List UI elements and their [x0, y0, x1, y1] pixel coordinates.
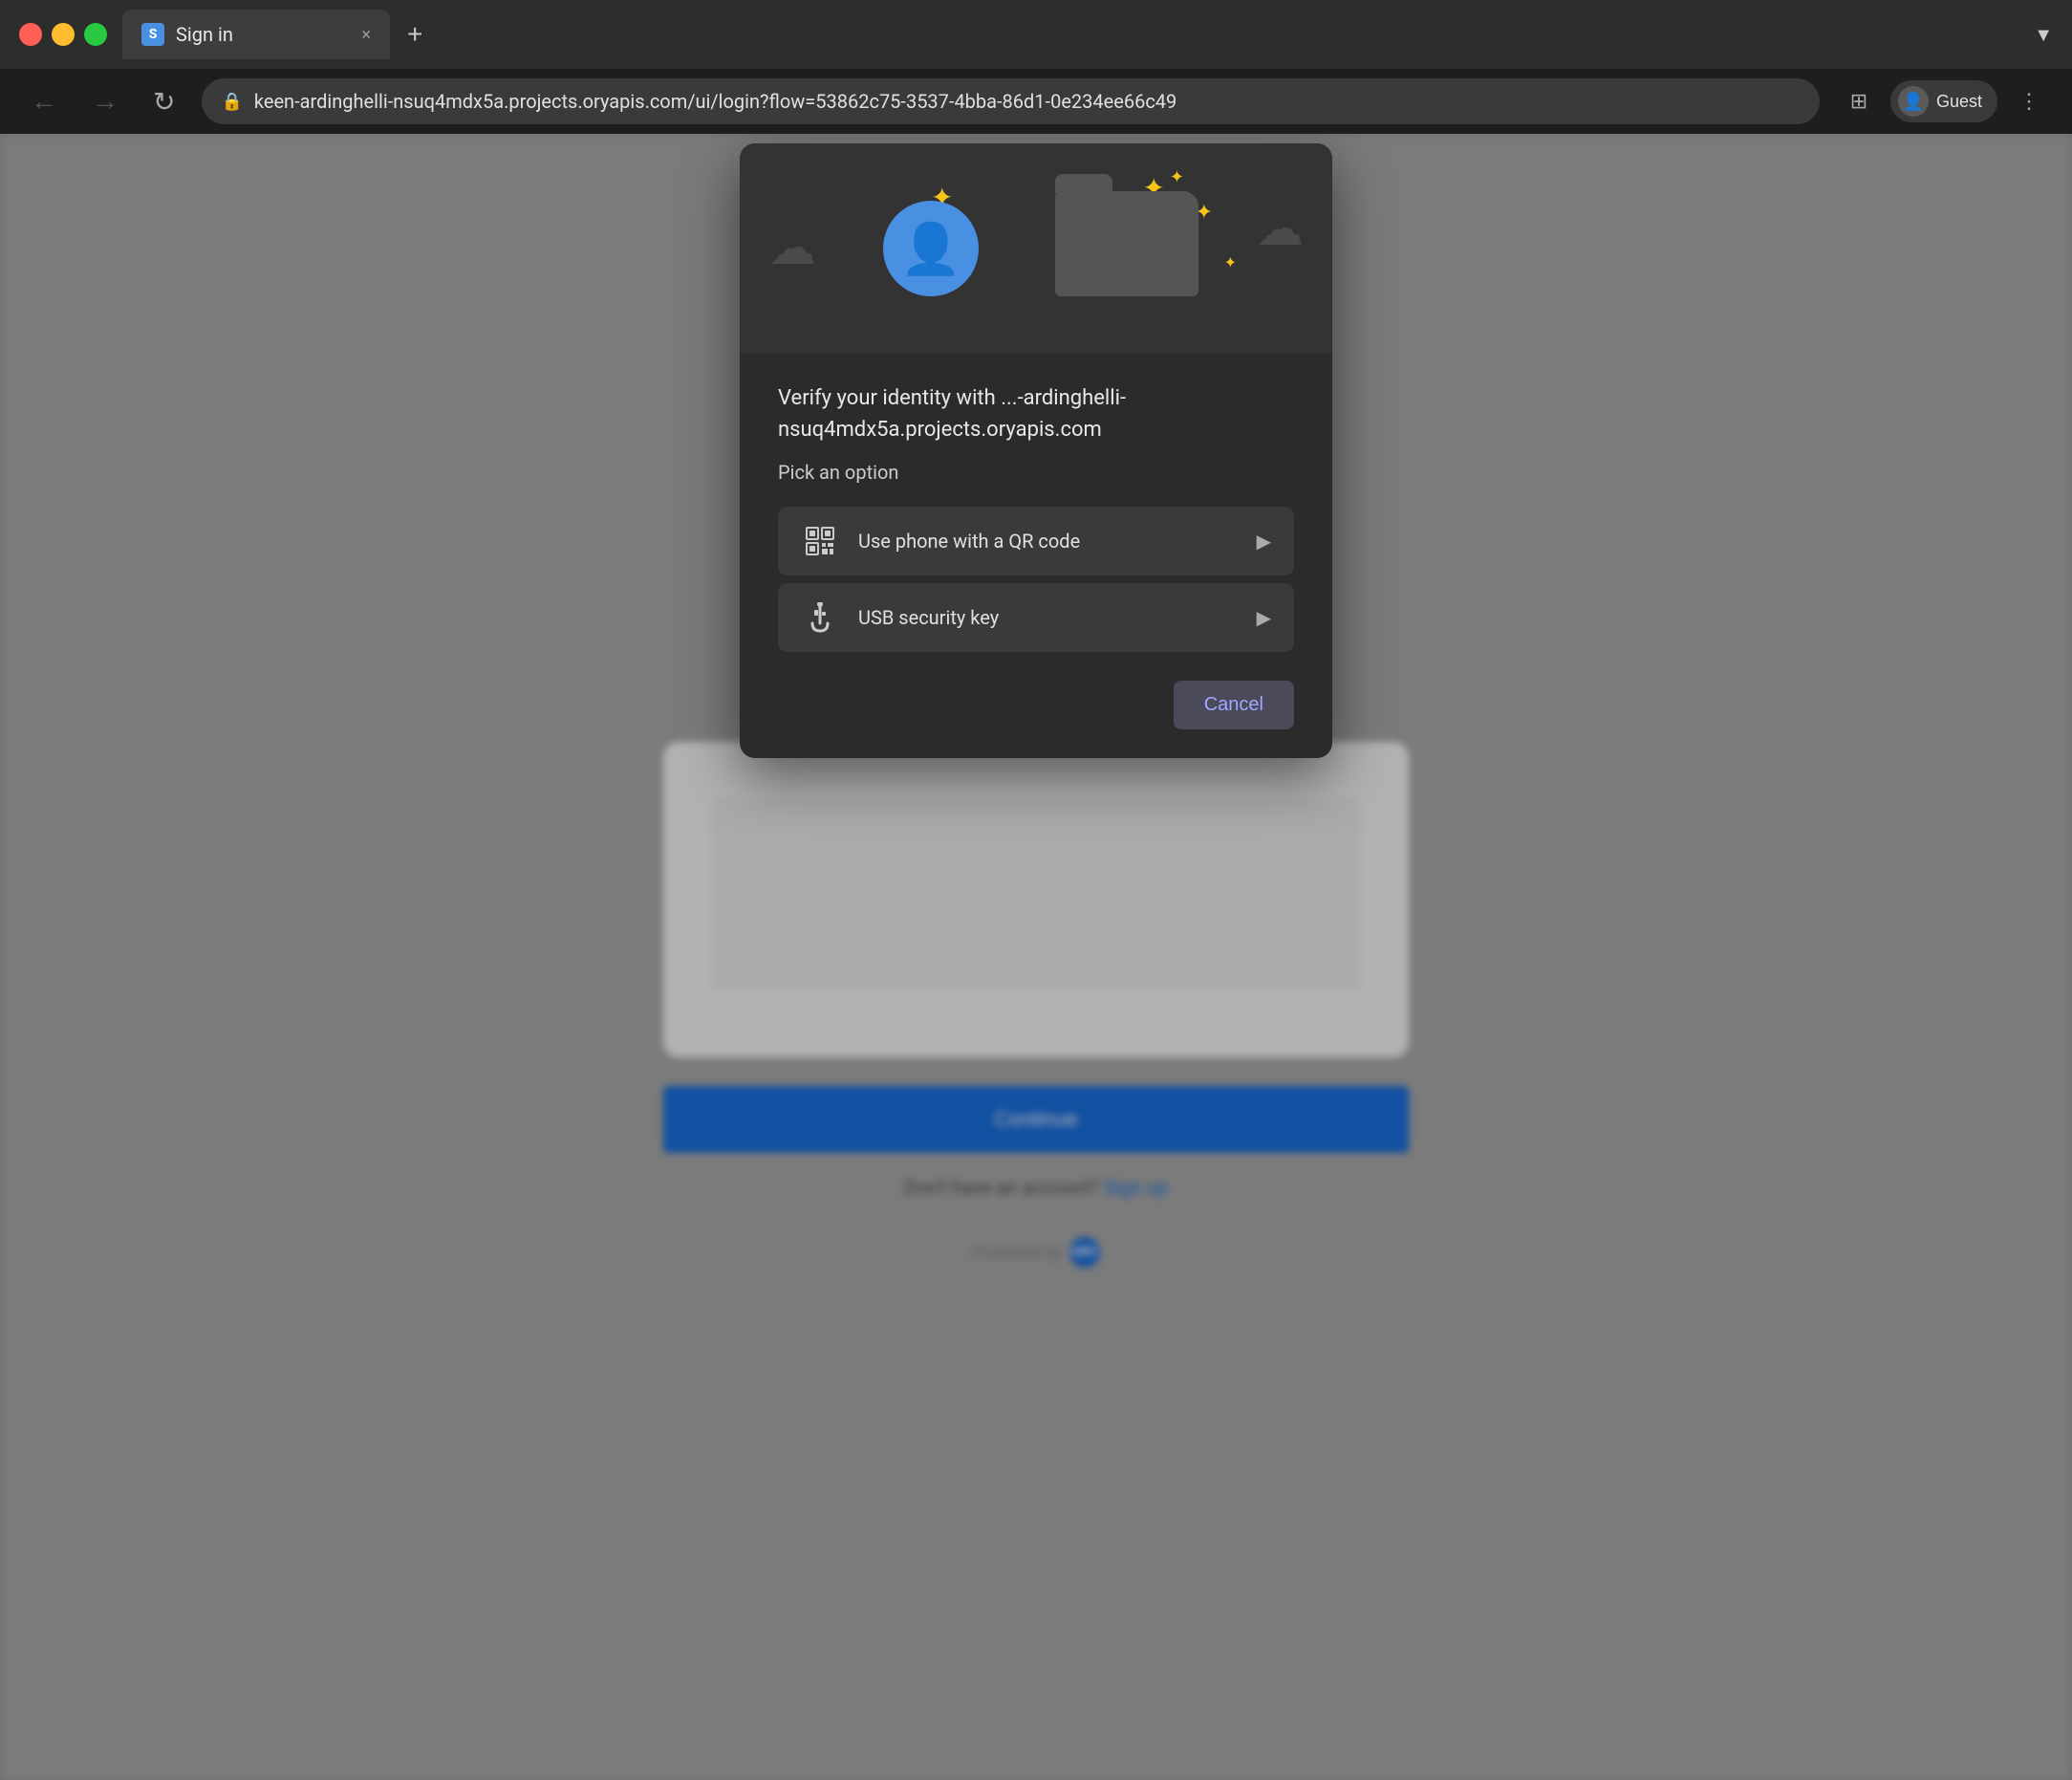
- tab-bar: S Sign in × +: [122, 10, 2018, 59]
- title-bar: S Sign in × + ▼: [0, 0, 2072, 69]
- close-window-button[interactable]: [19, 23, 42, 46]
- cancel-button[interactable]: Cancel: [1174, 681, 1294, 729]
- folder-icon: [1055, 191, 1198, 296]
- tab-close-button[interactable]: ×: [361, 25, 371, 45]
- back-button[interactable]: ←: [23, 82, 65, 120]
- modal-actions: Cancel: [740, 681, 1332, 729]
- usb-security-key-arrow: ▶: [1257, 606, 1271, 629]
- sparkle-3-icon: ✦: [1170, 167, 1184, 187]
- browser-actions: ⊞ 👤 Guest ⋮: [1839, 80, 2049, 122]
- tab-favicon-letter: S: [149, 27, 158, 42]
- tab-favicon: S: [141, 23, 164, 46]
- tab-title: Sign in: [176, 23, 350, 46]
- modal-body: Verify your identity with ...-ardinghell…: [740, 354, 1332, 652]
- new-tab-button[interactable]: +: [398, 15, 432, 54]
- lock-icon: 🔒: [221, 92, 242, 112]
- url-domain: keen-ardinghelli-nsuq4mdx5a.projects.ory…: [254, 90, 1176, 113]
- guest-avatar-icon: 👤: [1898, 86, 1929, 117]
- qr-code-option-label: Use phone with a QR code: [858, 530, 1238, 553]
- extensions-button[interactable]: ⊞: [1839, 81, 1879, 121]
- cloud-left-icon: ☁: [768, 220, 816, 276]
- usb-security-key-label: USB security key: [858, 606, 1238, 629]
- forward-button[interactable]: →: [84, 82, 126, 120]
- guest-label: Guest: [1936, 92, 1982, 112]
- active-tab[interactable]: S Sign in ×: [122, 10, 390, 59]
- menu-button[interactable]: ⋮: [2009, 81, 2049, 121]
- modal-subtitle: Pick an option: [778, 461, 1294, 484]
- qr-code-option[interactable]: Use phone with a QR code ▶: [778, 507, 1294, 575]
- modal-title: Verify your identity with ...-ardinghell…: [778, 382, 1294, 445]
- address-bar: ← → ↻ 🔒 keen-ardinghelli-nsuq4mdx5a.proj…: [0, 69, 2072, 134]
- url-bar[interactable]: 🔒 keen-ardinghelli-nsuq4mdx5a.projects.o…: [202, 78, 1820, 124]
- profile-button[interactable]: 👤 Guest: [1890, 80, 1997, 122]
- reload-button[interactable]: ↻: [145, 82, 183, 121]
- identity-verification-modal: ☁ ☁ ✦ ✦ ✦ ✦ ✦ 👤: [740, 143, 1332, 758]
- sparkle-5-icon: ✦: [1224, 253, 1237, 271]
- browser-content: Continue Don't have an account? Sign up …: [0, 134, 2072, 1780]
- qr-code-icon: [801, 522, 839, 560]
- traffic-lights: [19, 23, 107, 46]
- modal-illustration: ☁ ☁ ✦ ✦ ✦ ✦ ✦ 👤: [740, 143, 1332, 354]
- cloud-right-icon: ☁: [1256, 201, 1304, 257]
- option-list: Use phone with a QR code ▶: [778, 507, 1294, 652]
- usb-icon: [801, 598, 839, 637]
- url-text: keen-ardinghelli-nsuq4mdx5a.projects.ory…: [254, 90, 1801, 113]
- maximize-icon: ▼: [2034, 23, 2053, 47]
- modal-overlay: ☁ ☁ ✦ ✦ ✦ ✦ ✦ 👤: [0, 134, 2072, 1780]
- browser-window: S Sign in × + ▼ ← → ↻ 🔒 keen-ardinghelli…: [0, 0, 2072, 1780]
- user-avatar-icon: 👤: [900, 220, 962, 278]
- usb-security-key-option[interactable]: USB security key ▶: [778, 583, 1294, 652]
- minimize-window-button[interactable]: [52, 23, 75, 46]
- maximize-window-button[interactable]: [84, 23, 107, 46]
- user-avatar: 👤: [883, 201, 979, 296]
- qr-code-option-arrow: ▶: [1257, 530, 1271, 553]
